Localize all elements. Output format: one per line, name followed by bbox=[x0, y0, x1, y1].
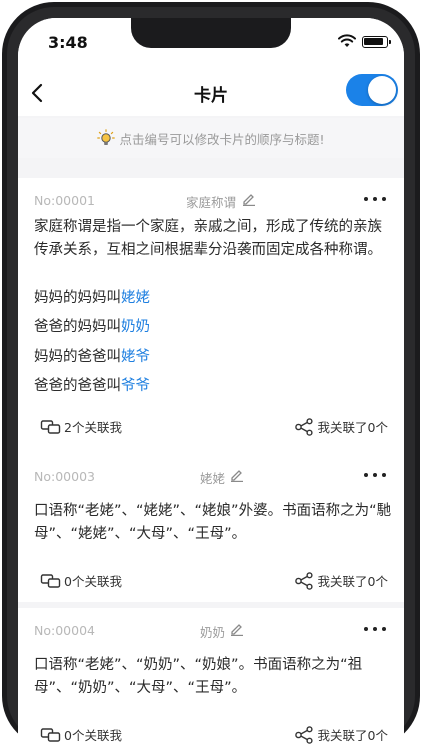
i-linked-button[interactable]: 我关联了0个 bbox=[294, 571, 388, 590]
link-cards-icon bbox=[40, 419, 61, 434]
card-line: 爸爸的妈妈叫奶奶 bbox=[34, 315, 150, 336]
card-title[interactable]: 姥姥 bbox=[200, 468, 225, 487]
edit-icon[interactable] bbox=[230, 622, 244, 636]
share-nodes-icon bbox=[294, 725, 313, 744]
linked-to-me-button[interactable]: 0个关联我 bbox=[40, 571, 122, 590]
wifi-icon bbox=[338, 34, 356, 47]
more-button[interactable] bbox=[364, 468, 386, 482]
nav-bar: 卡片 bbox=[18, 70, 404, 116]
i-linked-button[interactable]: 我关联了0个 bbox=[294, 417, 388, 436]
card-header: No:00001 家庭称谓 bbox=[18, 178, 404, 218]
phone-mockup: 3:48 卡片 点击编号可以修改卡片的顺序与标题! No:00001 家庭称谓 … bbox=[0, 0, 422, 750]
mode-toggle[interactable] bbox=[346, 74, 398, 106]
card: No:00003 姥姥 口语称“老姥”、“姥姥”、“姥娘”外婆。书面语称之为“馳… bbox=[18, 454, 404, 602]
more-button[interactable] bbox=[364, 622, 386, 636]
edit-icon[interactable] bbox=[242, 192, 256, 206]
linked-to-me-button[interactable]: 2个关联我 bbox=[40, 417, 122, 436]
card-number[interactable]: No:00004 bbox=[34, 623, 95, 638]
battery-icon bbox=[362, 36, 391, 48]
card-footer: 0个关联我 我关联了0个 bbox=[18, 723, 404, 749]
edit-icon[interactable] bbox=[230, 468, 244, 482]
card-line: 爸爸的爸爸叫爷爷 bbox=[34, 374, 150, 395]
card-header: No:00003 姥姥 bbox=[18, 454, 404, 494]
more-icon bbox=[364, 197, 368, 201]
card-title[interactable]: 奶奶 bbox=[200, 622, 225, 641]
card-line: 妈妈的妈妈叫姥姥 bbox=[34, 286, 150, 307]
bulb-icon bbox=[97, 129, 116, 145]
status-time: 3:48 bbox=[48, 33, 88, 52]
card-body: 家庭称谓是指一个家庭，亲戚之间，形成了传统的亲族传承关系，互相之间根据辈分沿袭而… bbox=[34, 219, 382, 258]
card-header: No:00004 奶奶 bbox=[18, 608, 404, 648]
card-number[interactable]: No:00003 bbox=[34, 469, 95, 484]
line-prefix: 爸爸的妈妈叫 bbox=[34, 319, 121, 335]
app-screen: 3:48 卡片 点击编号可以修改卡片的顺序与标题! No:00001 家庭称谓 … bbox=[18, 18, 404, 750]
linked-to-me-label: 2个关联我 bbox=[64, 420, 122, 435]
i-linked-label: 我关联了0个 bbox=[317, 574, 388, 589]
hint-text: 点击编号可以修改卡片的顺序与标题! bbox=[119, 131, 325, 147]
hint-banner: 点击编号可以修改卡片的顺序与标题! bbox=[18, 118, 404, 158]
line-highlight: 姥姥 bbox=[121, 290, 150, 306]
more-icon bbox=[364, 627, 368, 631]
card-line: 妈妈的爸爸叫姥爷 bbox=[34, 345, 150, 366]
more-icon bbox=[364, 473, 368, 477]
card-body: 口语称“老姥”、“姥姥”、“姥娘”外婆。书面语称之为“馳母”、“姥姥”、“大母”… bbox=[34, 503, 392, 542]
card-number[interactable]: No:00001 bbox=[34, 193, 95, 208]
device-notch bbox=[131, 18, 291, 48]
card-body: 口语称“老姥”、“奶奶”、“奶娘”。书面语称之为“祖母”、“奶奶”、“大母”、“… bbox=[34, 657, 363, 696]
card: No:00001 家庭称谓 家庭称谓是指一个家庭，亲戚之间，形成了传统的亲族传承… bbox=[18, 178, 404, 454]
line-prefix: 妈妈的妈妈叫 bbox=[34, 290, 121, 306]
card-title[interactable]: 家庭称谓 bbox=[186, 192, 236, 211]
i-linked-label: 我关联了0个 bbox=[317, 420, 388, 435]
linked-to-me-button[interactable]: 0个关联我 bbox=[40, 725, 122, 744]
link-cards-icon bbox=[40, 727, 61, 742]
line-highlight: 奶奶 bbox=[121, 319, 150, 335]
card-footer: 2个关联我 我关联了0个 bbox=[18, 415, 404, 441]
linked-to-me-label: 0个关联我 bbox=[64, 728, 122, 743]
linked-to-me-label: 0个关联我 bbox=[64, 574, 122, 589]
card: No:00004 奶奶 口语称“老姥”、“奶奶”、“奶娘”。书面语称之为“祖母”… bbox=[18, 608, 404, 750]
line-highlight: 爷爷 bbox=[121, 378, 150, 394]
share-nodes-icon bbox=[294, 571, 313, 590]
i-linked-button[interactable]: 我关联了0个 bbox=[294, 725, 388, 744]
i-linked-label: 我关联了0个 bbox=[317, 728, 388, 743]
more-button[interactable] bbox=[364, 192, 386, 206]
share-nodes-icon bbox=[294, 417, 313, 436]
line-prefix: 爸爸的爸爸叫 bbox=[34, 378, 121, 394]
toggle-knob bbox=[368, 76, 396, 104]
link-cards-icon bbox=[40, 573, 61, 588]
card-footer: 0个关联我 我关联了0个 bbox=[18, 569, 404, 595]
line-highlight: 姥爷 bbox=[121, 349, 150, 365]
line-prefix: 妈妈的爸爸叫 bbox=[34, 349, 121, 365]
